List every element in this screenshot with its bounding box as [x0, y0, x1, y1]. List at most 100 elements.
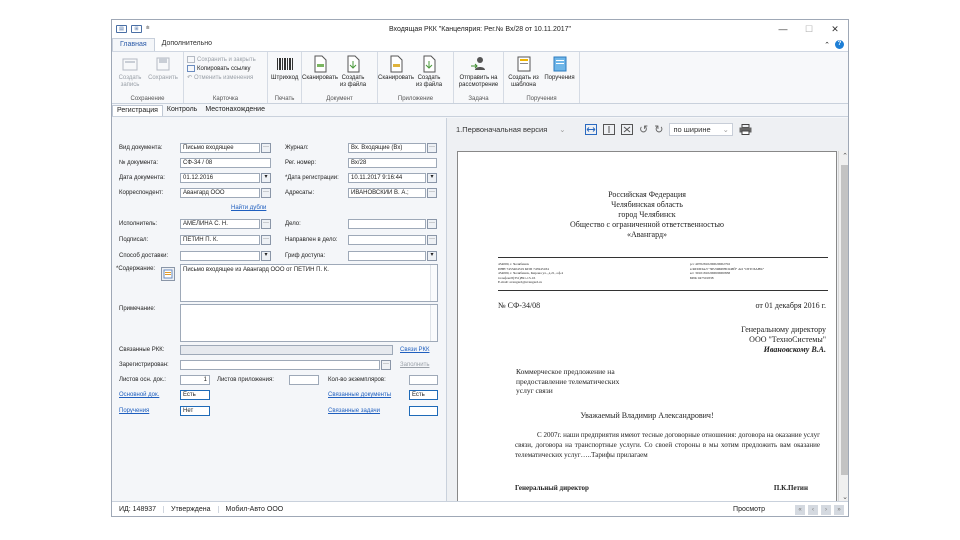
- rkk-links-link[interactable]: Связи РКК: [400, 347, 429, 353]
- sent-to-case-ellipsis-button[interactable]: ···: [427, 235, 437, 245]
- addressee-ellipsis-button[interactable]: ···: [427, 188, 437, 198]
- group-label: Сохранение: [130, 96, 165, 102]
- fill-link[interactable]: Заполнить: [400, 362, 429, 368]
- doc-type-ellipsis-button[interactable]: ···: [261, 143, 271, 153]
- reg-number-field[interactable]: Вх/28: [348, 158, 437, 168]
- registered-ellipsis-button[interactable]: ···: [381, 360, 391, 370]
- tab-additional[interactable]: Дополнительно: [155, 38, 219, 51]
- status-state: Утверждена: [164, 505, 219, 513]
- delivery-dropdown-button[interactable]: ▾: [261, 251, 271, 261]
- tab-control[interactable]: Контроль: [163, 105, 201, 116]
- signed-ellipsis-button[interactable]: ···: [261, 235, 271, 245]
- first-page-icon[interactable]: «: [795, 504, 805, 515]
- rotate-left-icon[interactable]: ↺: [639, 123, 648, 136]
- fit-width-icon[interactable]: [585, 123, 597, 135]
- copy-link-button[interactable]: Копировать ссылку: [187, 65, 256, 72]
- form-tabs: Регистрация Контроль Местонахождение: [112, 105, 848, 117]
- delivery-field[interactable]: [180, 251, 260, 261]
- access-field[interactable]: [348, 251, 426, 261]
- collapse-ribbon-icon[interactable]: ⌃: [824, 41, 830, 49]
- case-field[interactable]: [348, 219, 426, 229]
- sheets-field[interactable]: 1: [180, 375, 210, 385]
- last-page-icon[interactable]: »: [834, 504, 844, 515]
- save-icon: [156, 57, 170, 71]
- executor-field[interactable]: АМЕЛИНА С. Н.: [180, 219, 260, 229]
- executor-ellipsis-button[interactable]: ···: [261, 219, 271, 229]
- save-close-button[interactable]: Сохранить и закрыть: [187, 56, 256, 63]
- doc-date-field[interactable]: 01.12.2016: [180, 173, 260, 183]
- doc-date-label: Дата документа:: [119, 175, 165, 181]
- minimize-button[interactable]: —: [770, 20, 796, 38]
- save-quick-icon[interactable]: ▤: [116, 25, 127, 33]
- rotate-right-icon[interactable]: ↻: [654, 123, 663, 136]
- help-icon[interactable]: ?: [835, 40, 844, 49]
- undo-changes-button[interactable]: ↶ Отменить изменения: [187, 74, 256, 82]
- signed-field[interactable]: ПЕТИН П. К.: [180, 235, 260, 245]
- viewer-scrollbar[interactable]: ⌃ ⌄: [838, 151, 848, 502]
- access-dropdown-button[interactable]: ▾: [427, 251, 437, 261]
- note-scrollbar[interactable]: [430, 305, 437, 341]
- reg-date-picker-button[interactable]: ▾: [427, 173, 437, 183]
- status-company: Мобил-Авто ООО: [225, 505, 284, 513]
- scroll-up-icon[interactable]: ⌃: [839, 152, 848, 160]
- journal-field[interactable]: Вх. Входящие (Вх): [348, 143, 426, 153]
- print-icon[interactable]: [739, 123, 752, 135]
- next-page-icon[interactable]: ›: [821, 504, 831, 515]
- sent-to-case-label: Направлен в дело:: [285, 237, 338, 243]
- scroll-down-icon[interactable]: ⌄: [839, 493, 848, 501]
- main-doc-field[interactable]: Есть: [180, 390, 210, 400]
- find-duplicates-link[interactable]: Найти дубли: [231, 205, 266, 211]
- addressee-field[interactable]: ИВАНОВСКИЙ В. А.;: [348, 188, 426, 198]
- copies-field[interactable]: [409, 375, 438, 385]
- sheets-label: Листов осн. док.:: [119, 377, 166, 383]
- ribbon-tabs: Главная Дополнительно ⌃ ?: [112, 38, 848, 52]
- create-from-file-icon: [347, 55, 360, 73]
- note-textarea[interactable]: [180, 304, 438, 342]
- linked-tasks-link[interactable]: Связанные задачи: [328, 408, 380, 414]
- reg-date-field[interactable]: 10.11.2017 9:16:44: [348, 173, 426, 183]
- letter-recipient: Генеральному директору ООО "ТехноСистемы…: [741, 325, 826, 354]
- content-label: *Содержание:: [116, 266, 156, 272]
- scroll-thumb[interactable]: [841, 165, 848, 475]
- chevron-down-icon: ⌄: [722, 124, 729, 134]
- orders-field[interactable]: Нет: [180, 406, 210, 416]
- attachment-sheets-field[interactable]: [289, 375, 319, 385]
- correspondent-ellipsis-button[interactable]: ···: [261, 188, 271, 198]
- status-bar: ИД: 148937 Утверждена Мобил-Авто ООО Про…: [112, 501, 848, 516]
- zoom-select[interactable]: по ширине ⌄: [669, 122, 733, 136]
- tab-home[interactable]: Главная: [112, 38, 155, 51]
- maximize-button[interactable]: ☐: [796, 20, 822, 38]
- content-textarea[interactable]: Письмо входящее из Авангард ООО от ПЕТИН…: [180, 264, 438, 302]
- registered-field[interactable]: [180, 360, 380, 370]
- linked-docs-link[interactable]: Связанные документы: [328, 392, 391, 398]
- content-template-button[interactable]: [161, 267, 175, 281]
- case-ellipsis-button[interactable]: ···: [427, 219, 437, 229]
- version-select[interactable]: 1.Первоначальная версия ⌄: [453, 123, 579, 136]
- orders-link[interactable]: Поручения: [119, 408, 149, 414]
- app-window: ▤ ⊞ ⩧ Входящая РКК "Канцелярия: Рег.№ Вх…: [111, 19, 849, 517]
- customize-quick-access-icon[interactable]: ⩧: [146, 25, 150, 33]
- doc-number-field[interactable]: СФ-34 / 08: [180, 158, 271, 168]
- fit-page-icon[interactable]: [621, 123, 633, 135]
- correspondent-field[interactable]: Авангард ООО: [180, 188, 260, 198]
- print-quick-icon[interactable]: ⊞: [131, 25, 142, 33]
- close-button[interactable]: ✕: [822, 20, 848, 38]
- doc-number-label: № документа:: [119, 160, 159, 166]
- send-review-icon: [470, 57, 485, 70]
- template-list-icon: [163, 269, 173, 279]
- template-icon: [517, 56, 530, 72]
- main-doc-link[interactable]: Основной док.: [119, 392, 159, 398]
- fit-height-icon[interactable]: [603, 123, 615, 135]
- doc-type-field[interactable]: Письмо входящее: [180, 143, 260, 153]
- sent-to-case-field[interactable]: [348, 235, 426, 245]
- tab-location[interactable]: Местонахождение: [201, 105, 269, 116]
- prev-page-icon[interactable]: ‹: [808, 504, 818, 515]
- content-scrollbar[interactable]: [430, 265, 437, 301]
- signature-name: П.К.Петин: [773, 484, 808, 492]
- doc-date-picker-button[interactable]: ▾: [261, 173, 271, 183]
- tab-registration[interactable]: Регистрация: [112, 105, 163, 116]
- journal-ellipsis-button[interactable]: ···: [427, 143, 437, 153]
- link-icon: [187, 65, 195, 72]
- linked-docs-field[interactable]: Есть: [409, 390, 438, 400]
- linked-tasks-field[interactable]: [409, 406, 438, 416]
